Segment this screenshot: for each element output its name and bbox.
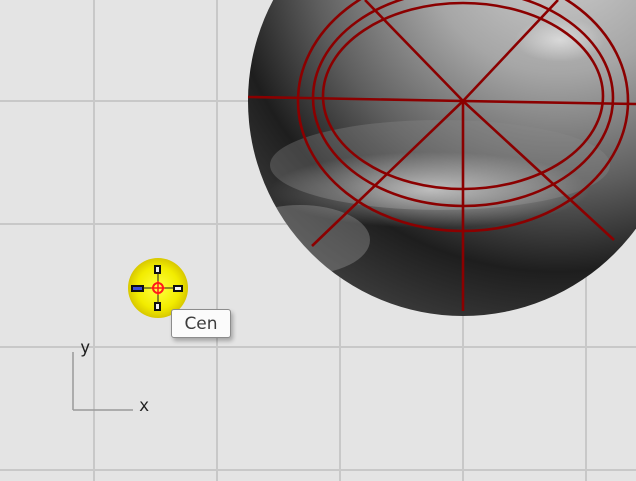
snap-tooltip-label: Cen [184, 313, 218, 334]
snap-tooltip: Cen [171, 309, 231, 338]
axis-x-label: x [139, 396, 150, 416]
axis-widget [72, 352, 133, 411]
viewport-canvas[interactable] [0, 0, 636, 481]
axis-y-label: y [80, 338, 91, 358]
sphere-object[interactable] [230, 0, 636, 316]
rhino-viewport[interactable]: Cen y x [0, 0, 636, 481]
